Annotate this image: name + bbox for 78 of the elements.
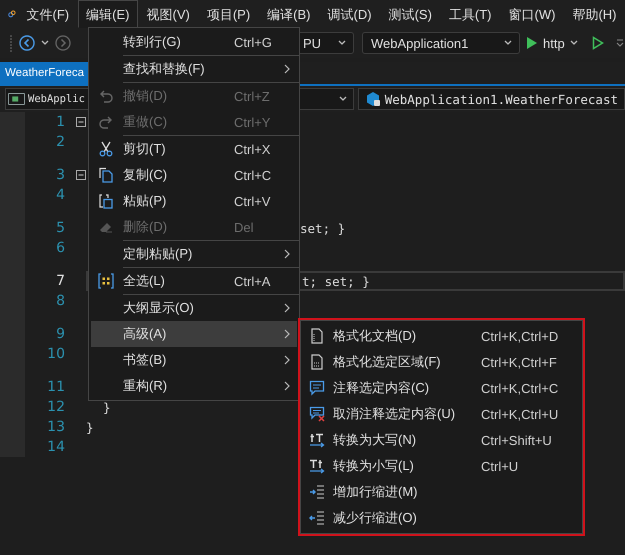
menu-item[interactable]: 转到行(G) Ctrl+G xyxy=(89,29,297,55)
code-text: t; set; } xyxy=(302,274,370,288)
menu-item[interactable]: 全选(L) Ctrl+A xyxy=(89,268,297,294)
comment-icon xyxy=(308,380,324,396)
line-number: 8 xyxy=(55,292,65,311)
menu-item[interactable]: 减少行缩进(O) xyxy=(300,505,583,531)
select-all-icon xyxy=(98,273,114,289)
line-number: 6 xyxy=(55,239,65,258)
menu-bar-item[interactable]: 视图(V) xyxy=(138,0,198,28)
menu-item[interactable]: 转换为小写(L) Ctrl+U xyxy=(300,453,583,479)
chevron-down-icon xyxy=(570,40,578,46)
run-button[interactable]: http xyxy=(526,36,578,50)
line-number: 11 xyxy=(46,378,65,397)
menu-item[interactable]: 格式化文档(D) Ctrl+K,Ctrl+D xyxy=(300,323,583,349)
paste-icon xyxy=(98,193,114,209)
menu-item[interactable]: 取消注释选定内容(U) Ctrl+K,Ctrl+U xyxy=(300,401,583,427)
menu-bar-item[interactable]: 编译(B) xyxy=(258,0,320,28)
menu-item[interactable]: 定制粘贴(P) xyxy=(89,241,297,267)
line-number: 4 xyxy=(55,186,65,205)
document-icon xyxy=(308,354,324,370)
line-number: 13 xyxy=(46,418,65,437)
line-number: 1 xyxy=(55,113,65,132)
menu-item[interactable]: 粘贴(P) Ctrl+V xyxy=(89,188,297,214)
line-number: 2 xyxy=(55,133,65,152)
menu-bar-item[interactable]: 编辑(E) xyxy=(78,0,138,28)
uncomment-icon xyxy=(308,406,324,422)
code-text: } xyxy=(103,400,111,414)
menu-item[interactable]: 书签(B) xyxy=(89,347,297,373)
collapse-icon[interactable] xyxy=(76,117,86,127)
lowercase-icon xyxy=(308,458,324,474)
chevron-down-icon xyxy=(504,40,512,46)
menu-bar-item[interactable]: 测试(S) xyxy=(380,0,440,28)
document-icon xyxy=(308,328,324,344)
menu-item[interactable]: 剪切(T) Ctrl+X xyxy=(89,136,297,162)
type-scope-dropdown[interactable]: WebApplication1.WeatherForecast xyxy=(358,88,625,110)
menu-bar-item[interactable]: 文件(F) xyxy=(18,0,78,28)
uppercase-icon xyxy=(308,432,324,448)
play-outline-icon[interactable] xyxy=(592,36,604,50)
menu-item[interactable]: 重构(R) xyxy=(89,373,297,399)
line-number: 12 xyxy=(46,398,65,417)
chevron-down-icon xyxy=(338,96,347,102)
menu-bar-item[interactable]: 调试(D) xyxy=(319,0,380,28)
menu-bar-item[interactable]: 工具(T) xyxy=(440,0,500,28)
line-number: 5 xyxy=(55,219,65,238)
chevron-down-icon xyxy=(338,40,346,46)
overflow-icon[interactable] xyxy=(616,38,624,48)
caret-icon[interactable] xyxy=(41,40,49,46)
code-text: set; } xyxy=(300,220,346,236)
menu-item[interactable]: 转换为大写(N) Ctrl+Shift+U xyxy=(300,427,583,453)
project-dropdown[interactable]: WebApplication1 xyxy=(362,32,520,54)
forward-icon[interactable] xyxy=(55,35,71,51)
back-icon[interactable] xyxy=(19,35,35,51)
line-number: 9 xyxy=(55,325,65,344)
line-number: 10 xyxy=(46,345,65,364)
menu-item[interactable]: 注释选定内容(C) Ctrl+K,Ctrl+C xyxy=(300,375,583,401)
redo-icon xyxy=(98,114,114,130)
line-number: 14 xyxy=(46,438,65,457)
play-icon xyxy=(526,36,538,50)
copy-icon xyxy=(98,167,114,183)
menu-item[interactable]: 格式化选定区域(F) Ctrl+K,Ctrl+F xyxy=(300,349,583,375)
undo-icon xyxy=(98,88,114,104)
menu-bar-item[interactable]: 项目(P) xyxy=(198,0,259,28)
menu-item[interactable]: 高级(A) xyxy=(91,321,297,347)
line-number: 7 xyxy=(55,272,65,291)
decrease-indent-icon xyxy=(308,510,324,526)
collapse-icon[interactable] xyxy=(76,170,86,180)
scissors-icon xyxy=(98,141,114,157)
csharp-file-icon xyxy=(8,93,25,105)
menu-item[interactable]: 复制(C) Ctrl+C xyxy=(89,162,297,188)
menu-item[interactable]: 增加行缩进(M) xyxy=(300,479,583,505)
menu-bar-item[interactable]: 帮助(H) xyxy=(564,0,625,28)
menu-item[interactable]: 大纲显示(O) xyxy=(89,295,297,321)
menu-bar-item[interactable]: 窗口(W) xyxy=(500,0,564,28)
class-icon xyxy=(364,91,381,107)
increase-indent-icon xyxy=(308,484,324,500)
line-number: 3 xyxy=(55,166,65,185)
grip-icon xyxy=(9,34,13,52)
code-text: } xyxy=(86,420,94,434)
